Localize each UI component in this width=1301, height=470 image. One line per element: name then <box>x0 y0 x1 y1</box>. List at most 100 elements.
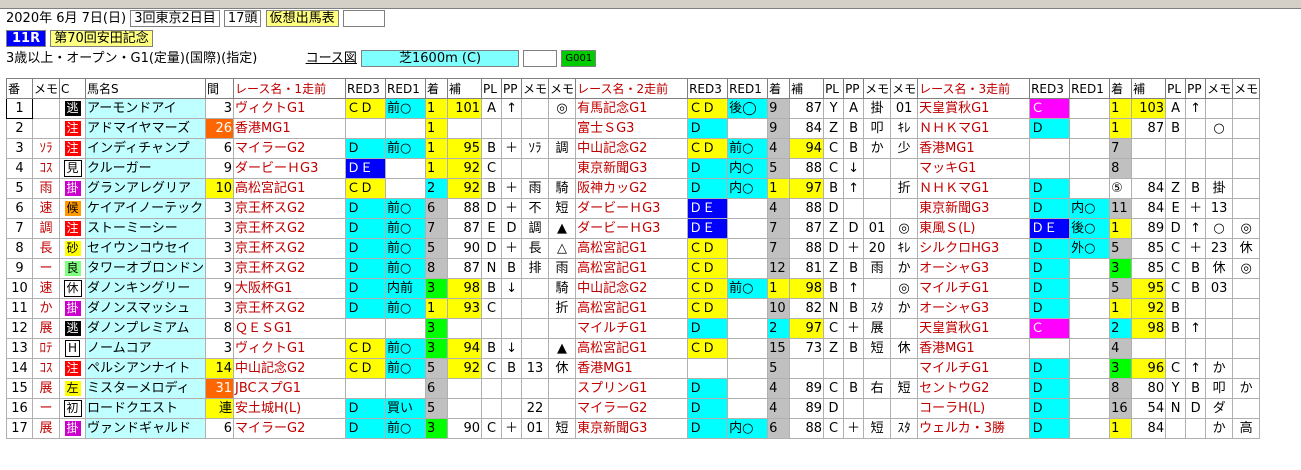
memo-cell[interactable]: ー <box>31 398 61 419</box>
horse-name[interactable]: ケイアイノーテック <box>85 198 207 219</box>
mode-box[interactable]: 仮想出馬表 <box>265 10 339 27</box>
r2-race-name[interactable]: 高松宮記G1 <box>575 338 689 359</box>
r3-race-name[interactable]: オーシャG3 <box>917 258 1031 279</box>
horse-name[interactable]: ミスターメロディ <box>85 378 207 399</box>
r3-race-name[interactable]: 東風Ｓ(L) <box>917 218 1031 239</box>
r1-race-name[interactable]: 京王杯スG2 <box>233 258 347 279</box>
column-header[interactable]: RED1 <box>727 78 769 99</box>
column-header[interactable]: 馬名S <box>85 78 207 99</box>
horse-name[interactable]: アーモンドアイ <box>85 98 207 119</box>
table-row[interactable]: 1 逃アーモンドアイ 3 ヴィクトG1 ＣＤ 前○ 1 101 A ↑ ◎ 有馬記念G1 ＣＤ 後◯ 9 87… <box>6 98 1261 119</box>
table-row[interactable]: 13 ﾛﾃ H ノームコア 3 ヴィクトG1 ＣＤ 前○ 3 94 B ↓ ▲ 高松宮記G1 ＣＤ 15 73 Z… <box>6 338 1261 359</box>
column-header[interactable]: 番 <box>6 78 33 99</box>
table-row[interactable]: 17 展掛ヴァンドギャルド 6 マイラーG2 Ｄ 前○ 3 90 C ＋ 01 短東京新聞G3 Ｄ 内○ 6… <box>6 418 1261 439</box>
course-blank-box[interactable] <box>523 50 558 67</box>
table-row[interactable]: 15 展左ミスターメロディ 31 JBCスプG1 6 スプリンG1 Ｄ 4 89 C B 右短セントウ… <box>6 378 1261 399</box>
r1-race-name[interactable]: 京王杯スG2 <box>233 198 347 219</box>
r2-race-name[interactable]: 高松宮記G1 <box>575 238 689 259</box>
column-header[interactable]: RED3 <box>1029 78 1071 99</box>
column-header[interactable]: メモ <box>890 78 919 99</box>
horse-name[interactable]: インディチャンプ <box>85 138 207 159</box>
memo-cell[interactable]: ﾛﾃ <box>31 338 61 359</box>
column-header[interactable]: メモ <box>863 78 892 99</box>
column-header[interactable]: PL <box>1165 78 1187 99</box>
r3-race-name[interactable]: 香港MG1 <box>917 338 1031 359</box>
r3-race-name[interactable]: マッキG1 <box>917 158 1031 179</box>
horse-name[interactable]: クルーガー <box>85 158 207 179</box>
column-header[interactable]: メモ <box>31 78 61 99</box>
column-header[interactable]: PL <box>481 78 503 99</box>
column-header[interactable]: RED3 <box>687 78 729 99</box>
r1-race-name[interactable]: 大阪杯G1 <box>233 278 347 299</box>
horse-name[interactable]: ヴァンドギャルド <box>85 418 207 439</box>
r3-race-name[interactable]: マイルチG1 <box>917 358 1031 379</box>
column-header[interactable]: 補 <box>1131 78 1167 99</box>
course-map-link[interactable]: コース図 <box>306 51 357 66</box>
table-row[interactable]: 10 速休ダノンキングリー 9 大阪杯G1 Ｄ 内前 3 98 B ↓ 騎中山記念G2 ＣＤ 前○ 1 98… <box>6 278 1261 299</box>
memo-cell[interactable]: 展 <box>31 318 61 339</box>
blank-box[interactable] <box>342 10 385 27</box>
r2-race-name[interactable]: 富士ＳG3 <box>575 118 689 139</box>
r2-race-name[interactable]: 高松宮記G1 <box>575 298 689 319</box>
r3-race-name[interactable]: シルクロHG3 <box>917 238 1031 259</box>
r1-race-name[interactable]: ダービーＨG3 <box>233 158 347 179</box>
memo-cell[interactable]: 長 <box>31 238 61 259</box>
r1-race-name[interactable]: 香港MG1 <box>233 118 347 139</box>
r1-race-name[interactable]: 中山記念G2 <box>233 358 347 379</box>
column-header[interactable]: RED1 <box>385 78 427 99</box>
memo-cell[interactable]: 展 <box>31 378 61 399</box>
memo-cell[interactable]: か <box>31 298 61 319</box>
horse-name[interactable]: タワーオブロンドン <box>85 258 207 279</box>
r2-race-name[interactable]: 阪神カッG2 <box>575 178 689 199</box>
column-header[interactable]: PL <box>823 78 845 99</box>
r3-race-name[interactable]: ＮＨＫマG1 <box>917 118 1031 139</box>
column-header[interactable]: レース名・3走前 <box>917 78 1031 99</box>
horse-name[interactable]: ダノンキングリー <box>85 278 207 299</box>
horse-name[interactable]: ダノンプレミアム <box>85 318 207 339</box>
r2-race-name[interactable]: 高松宮記G1 <box>575 258 689 279</box>
r1-race-name[interactable]: マイラーG2 <box>233 138 347 159</box>
r2-race-name[interactable]: スプリンG1 <box>575 378 689 399</box>
column-header[interactable]: 着 <box>767 78 791 99</box>
table-row[interactable]: 14 ｺｽ注ペルシアンナイト 14 中山記念G2 ＣＤ 前○ 5 92 C B 13 休香港MG1 5 マ… <box>6 358 1261 379</box>
r1-race-name[interactable]: 安土城H(L) <box>233 398 347 419</box>
column-header[interactable]: レース名・2走前 <box>575 78 689 99</box>
r2-race-name[interactable]: マイラーG2 <box>575 398 689 419</box>
table-row[interactable]: 9 ー良タワーオブロンドン 3 京王杯スG2 Ｄ 前○ 8 87 N B 排雨高松宮記G1 ＣＤ 12 8… <box>6 258 1261 279</box>
table-row[interactable]: 2 注アドマイヤマーズ 26 香港MG1 1 富士ＳG3 Ｄ 9 84 Z B 叩ｷﾚ ＮＨＫマG1 Ｄ 1… <box>6 118 1261 139</box>
column-header[interactable]: RED1 <box>1069 78 1111 99</box>
r2-race-name[interactable]: ダービーＨG3 <box>575 198 689 219</box>
memo-cell[interactable]: ｿﾗ <box>31 138 61 159</box>
table-row[interactable]: 3 ｿﾗ注インディチャンプ 6 マイラーG2 Ｄ 前○ 1 95 B ＋ｿﾗ調中山記念G2 ＣＤ 前○… <box>6 138 1261 159</box>
table-row[interactable]: 16 ー初ロードクエスト連安土城H(L) Ｄ 買い 5 22 マイラーG2 Ｄ 4 89 D コーラH… <box>6 398 1261 419</box>
r2-race-name[interactable]: 香港MG1 <box>575 358 689 379</box>
table-row[interactable]: 5 雨掛グランアレグリア 10 高松宮記G1 ＣＤ 2 92 B ＋雨騎阪神カッG2 Ｄ 内○ 1 97… <box>6 178 1261 199</box>
memo-cell[interactable]: 速 <box>31 278 61 299</box>
table-row[interactable]: 11 か掛ダノンスマッシュ 3 京王杯スG2 Ｄ 前○ 1 93 C 折高松宮記G1 ＣＤ 10 82 N… <box>6 298 1261 319</box>
r3-race-name[interactable]: 天皇賞秋G1 <box>917 318 1031 339</box>
r1-race-name[interactable]: ＱＥＳG1 <box>233 318 347 339</box>
column-header[interactable]: C <box>59 78 87 99</box>
table-row[interactable]: 12 展逃ダノンプレミアム 8 ＱＥＳG1 3 マイルチG1 Ｄ 2 97 C ＋展天皇賞秋G1 Ｃ 2… <box>6 318 1261 339</box>
r3-race-name[interactable]: セントウG2 <box>917 378 1031 399</box>
column-header[interactable]: 補 <box>789 78 825 99</box>
r3-race-name[interactable]: ＮＨＫマG1 <box>917 178 1031 199</box>
r2-race-name[interactable]: 有馬記念G1 <box>575 98 689 119</box>
r1-race-name[interactable]: マイラーG2 <box>233 418 347 439</box>
r2-race-name[interactable]: 東京新聞G3 <box>575 158 689 179</box>
r2-race-name[interactable]: ダービーＨG3 <box>575 218 689 239</box>
memo-cell[interactable]: ｺｽ <box>31 358 61 379</box>
r1-race-name[interactable]: 高松宮記G1 <box>233 178 347 199</box>
code-box[interactable]: G001 <box>561 50 597 67</box>
r2-race-name[interactable]: 中山記念G2 <box>575 138 689 159</box>
r3-race-name[interactable]: マイルチG1 <box>917 278 1031 299</box>
r2-race-name[interactable]: 中山記念G2 <box>575 278 689 299</box>
horse-name[interactable]: ペルシアンナイト <box>85 358 207 379</box>
column-header[interactable]: 着 <box>425 78 449 99</box>
column-header[interactable]: PP <box>1185 78 1207 99</box>
table-row[interactable]: 6 速候ケイアイノーテック 3 京王杯スG2 Ｄ 前○ 6 88 D ＋不短ダービーＨG3 ＤＥ 4 8… <box>6 198 1261 219</box>
horse-name[interactable]: ストーミーシー <box>85 218 207 239</box>
column-header[interactable]: PP <box>843 78 865 99</box>
r3-race-name[interactable]: オーシャG3 <box>917 298 1031 319</box>
memo-cell[interactable]: 速 <box>31 198 61 219</box>
